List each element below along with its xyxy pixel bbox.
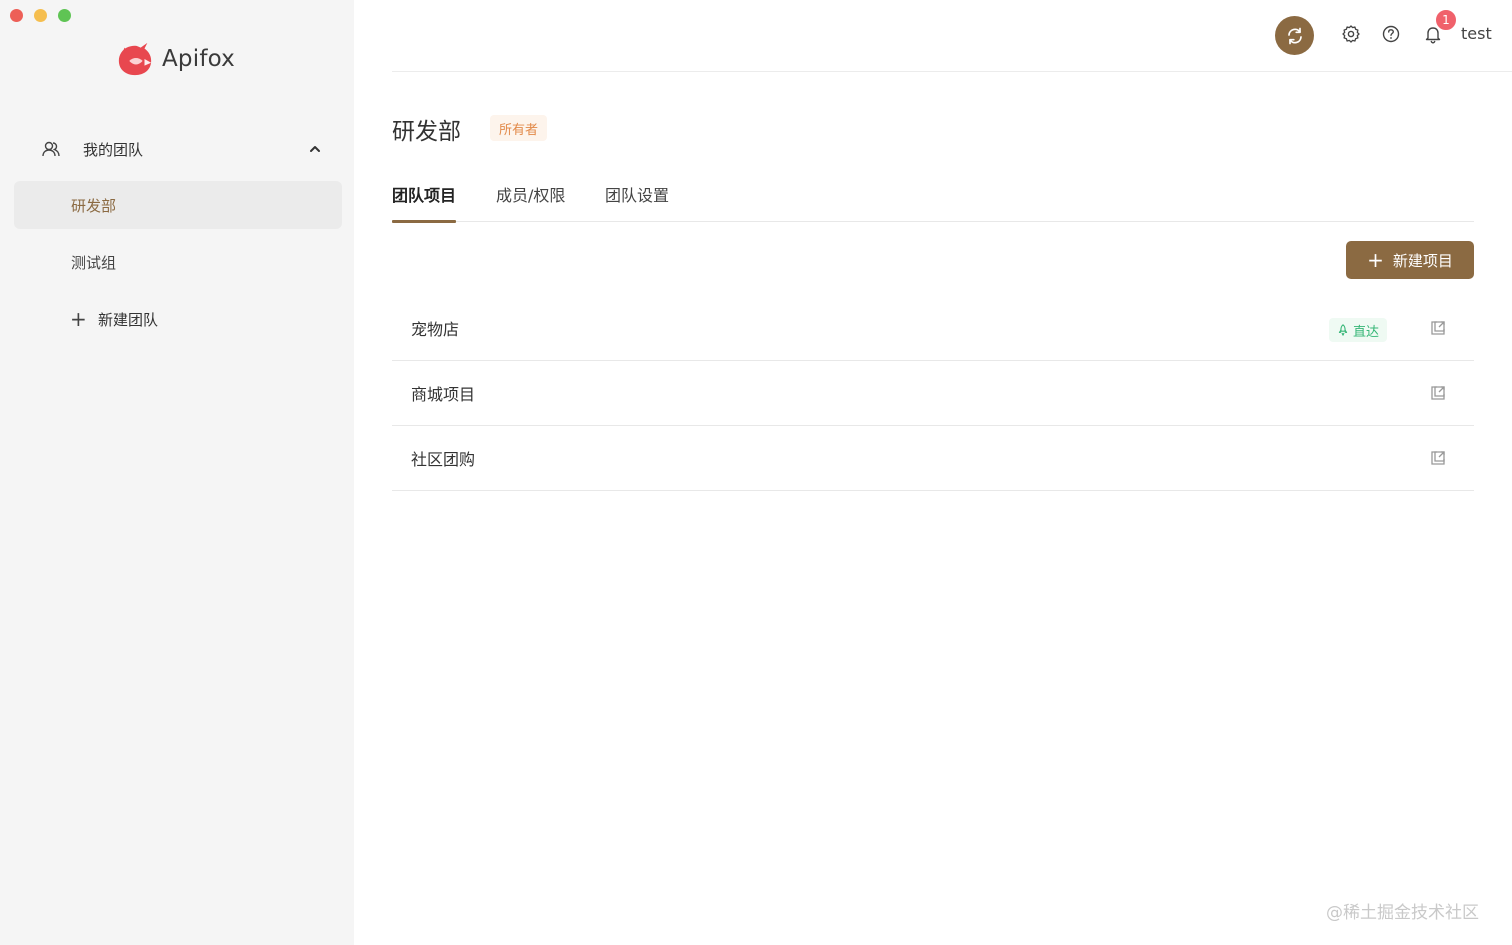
my-teams-toggle[interactable]: 我的团队: [14, 130, 342, 168]
plus-icon: +: [70, 307, 87, 331]
sidebar-team-rd[interactable]: 研发部: [14, 181, 342, 229]
apifox-logo-icon: [118, 42, 152, 76]
direct-access-tag[interactable]: 直达: [1329, 318, 1388, 342]
sidebar-team-test[interactable]: 测试组: [14, 238, 342, 286]
new-team-label: 新建团队: [98, 310, 159, 329]
sync-icon: [1287, 27, 1302, 44]
project-row[interactable]: 商城项目: [392, 361, 1474, 426]
project-name: 社区团购: [411, 450, 476, 469]
rocket-icon: [1338, 324, 1348, 336]
tab-team-projects[interactable]: 团队项目: [392, 182, 457, 223]
chevron-up-icon: [310, 146, 320, 152]
direct-access-label: 直达: [1353, 324, 1380, 340]
top-bar: 1 test: [392, 0, 1512, 72]
sidebar: Apifox 我的团队 研发部 测试组 + 新建团队: [0, 0, 354, 945]
minimize-window-button[interactable]: [34, 9, 47, 22]
new-team-button[interactable]: + 新建团队: [14, 295, 342, 343]
my-teams-label: 我的团队: [83, 140, 144, 159]
new-project-button[interactable]: + 新建项目: [1346, 241, 1474, 279]
sync-button[interactable]: [1275, 16, 1314, 55]
window-controls: [10, 9, 71, 22]
app-logo: Apifox: [116, 40, 235, 78]
open-external-icon[interactable]: [1429, 384, 1447, 402]
project-name: 宠物店: [411, 320, 460, 339]
close-window-button[interactable]: [10, 9, 23, 22]
sidebar-team-label: 测试组: [71, 253, 117, 272]
tab-members-permissions[interactable]: 成员/权限: [496, 182, 565, 222]
plus-icon: +: [1367, 248, 1384, 272]
project-name: 商城项目: [411, 385, 476, 404]
tab-team-settings[interactable]: 团队设置: [605, 182, 669, 222]
maximize-window-button[interactable]: [58, 9, 71, 22]
team-icon: [42, 141, 60, 157]
tab-bar: 团队项目 成员/权限 团队设置: [392, 170, 1474, 223]
sidebar-team-label: 研发部: [71, 196, 117, 215]
project-row[interactable]: 宠物店 直达: [392, 296, 1474, 361]
open-external-icon[interactable]: [1429, 319, 1447, 337]
project-list: 宠物店 直达 商城项目 社区团购: [392, 296, 1474, 491]
user-menu[interactable]: test: [1461, 24, 1492, 43]
notification-badge: 1: [1435, 9, 1457, 31]
page-title: 研发部: [392, 119, 461, 145]
role-badge: 所有者: [490, 115, 548, 141]
app-name: Apifox: [162, 46, 235, 72]
watermark: @稀土掘金技术社区: [1326, 903, 1479, 923]
project-row[interactable]: 社区团购: [392, 426, 1474, 491]
open-external-icon[interactable]: [1429, 449, 1447, 467]
gear-icon[interactable]: [1341, 24, 1361, 44]
help-icon[interactable]: [1381, 24, 1401, 44]
new-project-label: 新建项目: [1392, 251, 1453, 270]
